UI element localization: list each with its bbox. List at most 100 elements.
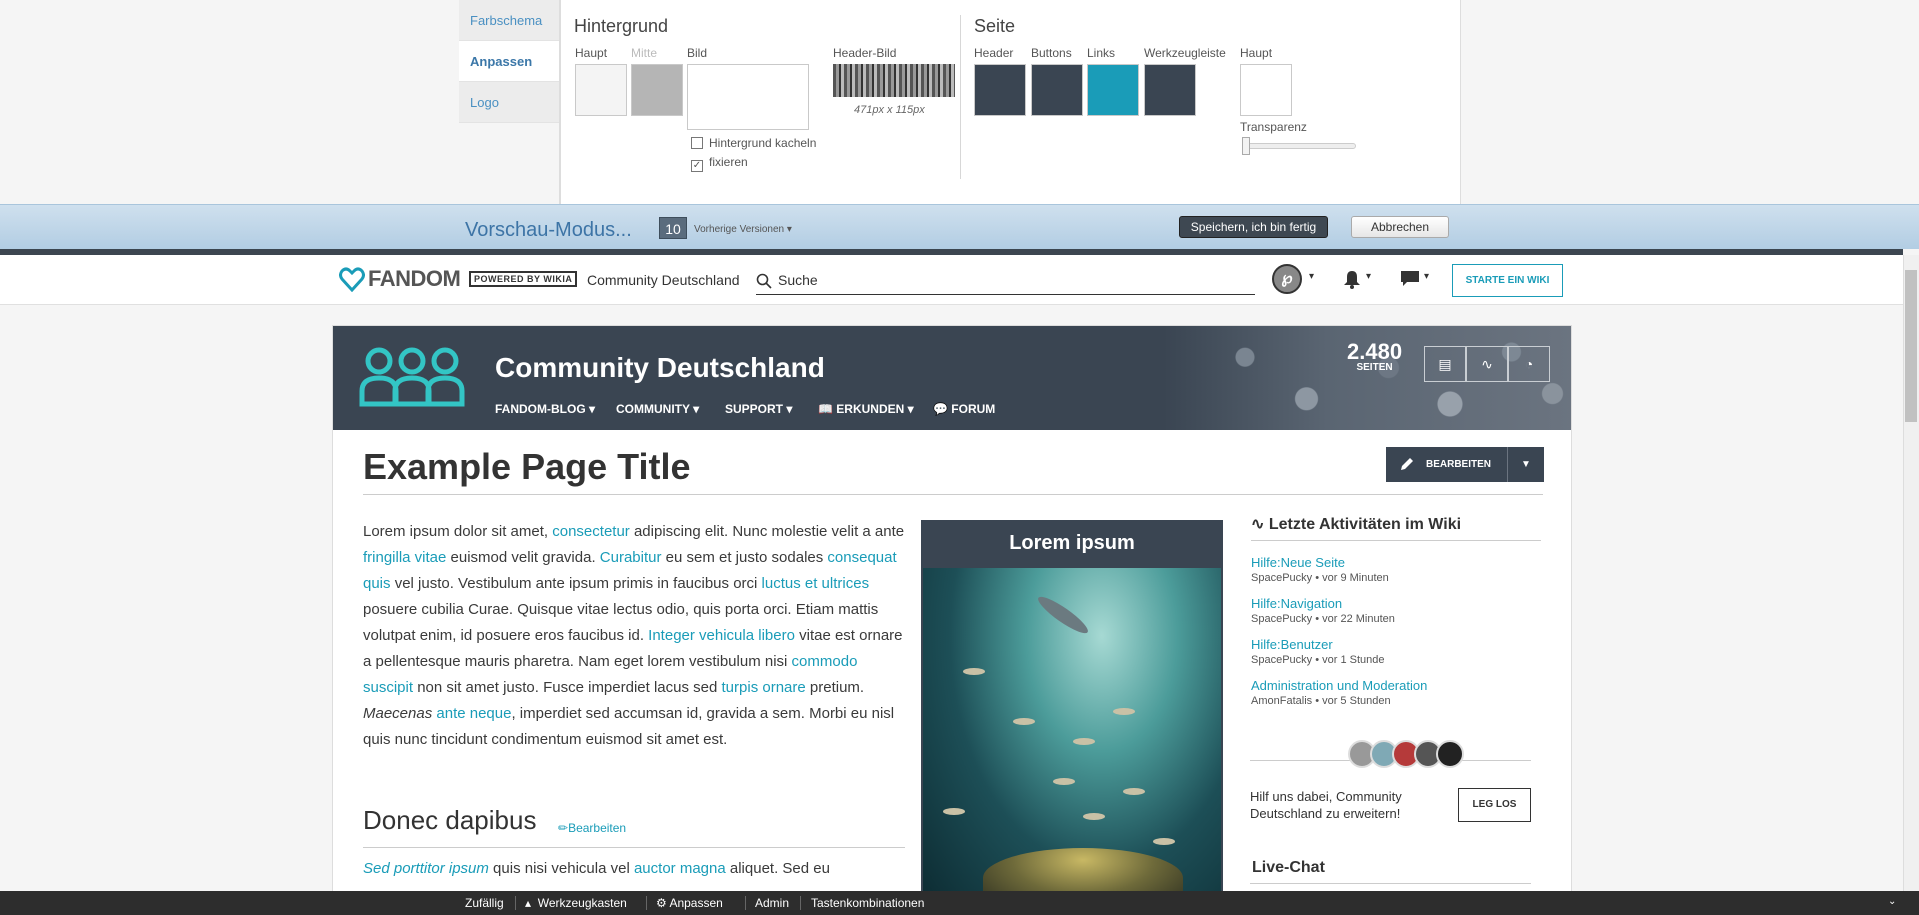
save-button[interactable]: Speichern, ich bin fertig: [1179, 216, 1328, 238]
wiki-nav-label: SUPPORT: [725, 402, 784, 416]
buttons-color-label: Buttons: [1031, 46, 1072, 60]
edit-button[interactable]: BEARBEITEN ▼: [1386, 447, 1544, 482]
bg-main-color-swatch[interactable]: [575, 64, 627, 116]
transparency-slider-handle[interactable]: [1242, 137, 1250, 155]
fish-shape: [1073, 738, 1095, 745]
fix-background-label: fixieren: [709, 155, 748, 169]
new-page-icon[interactable]: ▤: [1424, 346, 1466, 382]
messages-bubble-icon[interactable]: [1400, 270, 1420, 288]
article-link[interactable]: auctor magna: [634, 860, 726, 877]
fish-shape: [943, 808, 965, 815]
article-link[interactable]: fringilla vitae: [363, 549, 446, 566]
chevron-down-icon[interactable]: ▾: [1366, 271, 1371, 282]
activity-meta: SpacePucky • vor 22 Minuten: [1251, 613, 1395, 625]
buttons-color-swatch[interactable]: [1031, 64, 1083, 116]
avatar[interactable]: [1436, 740, 1464, 768]
activity-icon: ∿: [1251, 516, 1265, 533]
previous-versions-dropdown[interactable]: Vorherige Versionen ▾: [694, 224, 792, 235]
fandom-logo[interactable]: FANDOM: [368, 266, 461, 292]
get-started-button[interactable]: LEG LOS: [1458, 788, 1531, 822]
activity-link[interactable]: Administration und Moderation: [1251, 678, 1427, 693]
toolbar-customize[interactable]: ⚙ Anpassen: [656, 896, 723, 910]
infobox-image[interactable]: [923, 568, 1221, 908]
fish-shape: [1123, 788, 1145, 795]
page-count: 2.480 SEITEN: [1347, 341, 1402, 374]
checkbox-checked-icon[interactable]: ✓: [691, 160, 703, 172]
header-image-size: 471px x 115px: [854, 104, 925, 116]
toolbar-color-label: Werkzeugleiste: [1144, 46, 1226, 60]
toolbar-random[interactable]: Zufällig: [465, 896, 504, 910]
tab-anpassen[interactable]: Anpassen: [459, 41, 559, 82]
livechat-divider: [1250, 883, 1531, 884]
links-color-swatch[interactable]: [1087, 64, 1139, 116]
bg-main-label: Haupt: [575, 46, 608, 60]
chevron-down-icon: ▾: [786, 402, 793, 416]
section-edit-label: Bearbeiten: [568, 821, 627, 835]
activity-link[interactable]: Hilfe:Navigation: [1251, 596, 1342, 611]
wiki-nav-support[interactable]: SUPPORT ▾: [725, 402, 792, 416]
header-color-swatch[interactable]: [974, 64, 1026, 116]
pencil-icon: ✏: [558, 821, 569, 835]
chevron-down-icon[interactable]: ▾: [1424, 271, 1429, 282]
tile-background-option[interactable]: Hintergrund kacheln: [691, 136, 816, 150]
article-link[interactable]: luctus et ultrices: [762, 575, 870, 592]
scrollbar-thumb[interactable]: [1905, 270, 1917, 422]
wiki-nav-label: FANDOM-BLOG: [495, 402, 586, 416]
activity-item: Hilfe:Navigation SpacePucky • vor 22 Minu…: [1251, 596, 1541, 625]
chevron-up-icon: ▴: [525, 896, 532, 910]
activity-icon[interactable]: ∿: [1466, 346, 1508, 382]
fish-shape: [963, 668, 985, 675]
user-avatar[interactable]: ℘: [1272, 264, 1302, 294]
fish-shape: [1053, 778, 1075, 785]
toolbar-shortcuts[interactable]: Tastenkombinationen: [811, 896, 924, 910]
article-link[interactable]: Integer vehicula libero: [648, 627, 795, 644]
activity-meta: SpacePucky • vor 1 Stunde: [1251, 654, 1385, 666]
start-wiki-button[interactable]: STARTE EIN WIKI: [1452, 264, 1563, 297]
community-link[interactable]: Community Deutschland: [587, 272, 740, 288]
checkbox-unchecked-icon[interactable]: [691, 137, 703, 149]
discussion-icon[interactable]: ◔: [1508, 346, 1550, 382]
wiki-nav-erkunden[interactable]: 📖 ERKUNDEN ▾: [818, 402, 914, 416]
header-image-thumbnail[interactable]: [833, 64, 955, 97]
toolbar-admin[interactable]: Admin: [755, 896, 789, 910]
chevron-down-icon: ▾: [589, 402, 596, 416]
bg-image-label: Bild: [687, 46, 708, 60]
activity-link[interactable]: Hilfe:Neue Seite: [1251, 555, 1345, 570]
search-input[interactable]: Suche: [756, 266, 1255, 295]
article-link[interactable]: Sed porttitor ipsum: [363, 860, 489, 877]
toolbar-color-swatch[interactable]: [1144, 64, 1196, 116]
wiki-nav-fandom-blog[interactable]: FANDOM-BLOG ▾: [495, 402, 595, 416]
double-chevron-down-icon[interactable]: ⌄: [1888, 896, 1896, 907]
chevron-down-icon[interactable]: ▾: [1309, 271, 1314, 282]
tab-logo[interactable]: Logo: [459, 82, 559, 123]
section-edit-link[interactable]: ✏Bearbeiten: [558, 821, 626, 835]
chevron-down-icon: ▾: [693, 402, 700, 416]
wiki-nav-label: FORUM: [951, 402, 996, 416]
speech-bubble-icon: 💬: [933, 402, 948, 416]
livechat-heading: Live-Chat: [1252, 859, 1325, 876]
article-link[interactable]: consectetur: [552, 523, 630, 540]
wiki-nav-forum[interactable]: 💬 FORUM: [933, 402, 995, 416]
article-link[interactable]: turpis ornare: [722, 679, 806, 696]
article-link[interactable]: ante neque: [436, 705, 511, 722]
tab-farbschema[interactable]: Farbschema: [459, 0, 559, 41]
cancel-button[interactable]: Abbrechen: [1351, 216, 1449, 238]
theme-designer-panel: Farbschema Anpassen Logo Hintergrund Hau…: [0, 0, 1919, 204]
activity-link[interactable]: Hilfe:Benutzer: [1251, 637, 1333, 652]
fix-background-option[interactable]: ✓ fixieren: [691, 155, 748, 172]
toolbar-toolbox[interactable]: ▴ Werkzeugkasten: [525, 896, 627, 910]
chevron-down-icon[interactable]: ▼: [1507, 447, 1544, 482]
activity-item: Hilfe:Neue Seite SpacePucky • vor 9 Minut…: [1251, 555, 1541, 584]
bg-middle-color-swatch[interactable]: [631, 64, 683, 116]
article-link[interactable]: Curabitur: [600, 549, 662, 566]
community-logo-icon[interactable]: [357, 346, 467, 408]
fandom-heart-icon[interactable]: [339, 266, 365, 292]
wiki-nav-community[interactable]: COMMUNITY ▾: [616, 402, 699, 416]
page-main-color-swatch[interactable]: [1240, 64, 1292, 116]
notifications-bell-icon[interactable]: [1343, 270, 1361, 290]
recent-activity-heading: ∿ Letzte Aktivitäten im Wiki: [1251, 514, 1541, 541]
version-count: 10: [659, 217, 687, 239]
bg-image-picker[interactable]: [687, 64, 809, 130]
wiki-name[interactable]: Community Deutschland: [495, 352, 825, 384]
transparency-slider-track[interactable]: [1244, 143, 1356, 149]
